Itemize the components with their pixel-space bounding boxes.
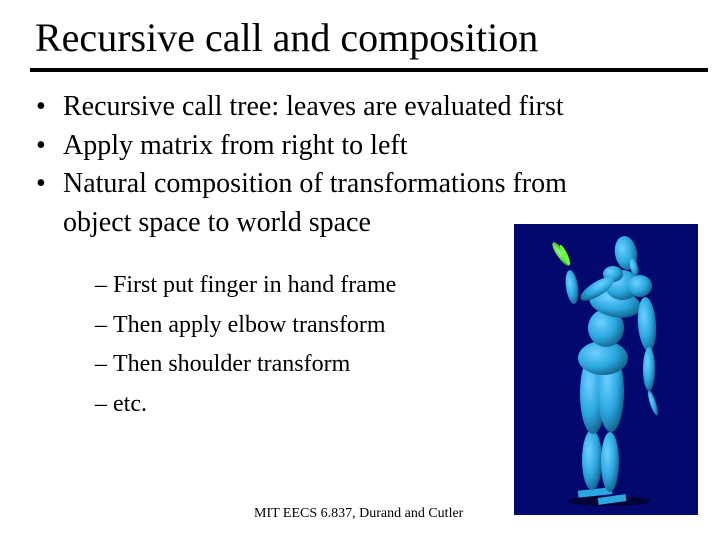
bullet-text: Natural composition of transformations f… (63, 168, 567, 199)
sub-bullet-item: – etc. (95, 385, 396, 425)
sub-bullet-text: First put finger in hand frame (113, 272, 397, 298)
dash-marker: – (95, 351, 107, 377)
bullet-text: Apply matrix from right to left (63, 129, 408, 161)
forearm-right (643, 347, 655, 391)
dash-marker: – (95, 311, 107, 338)
bullet-item: • Apply matrix from right to left (36, 127, 567, 166)
bullet-list: • Recursive call tree: leaves are evalua… (36, 88, 567, 242)
title-underline (30, 68, 708, 72)
slide-footer: MIT EECS 6.837, Durand and Cutler (254, 506, 464, 521)
bullet-continuation: object space to world space (36, 204, 567, 243)
bullet-marker: • (36, 129, 46, 161)
bullet-marker: • (36, 91, 46, 122)
forearm-left (565, 270, 579, 304)
sub-bullet-item: – Then apply elbow transform (95, 306, 396, 346)
lower-leg-right (601, 432, 619, 492)
sub-bullet-text: Then apply elbow transform (113, 311, 386, 338)
dash-marker: – (95, 390, 107, 417)
shoulder-right (628, 275, 652, 297)
figure-illustration (552, 236, 658, 506)
hand-right (648, 390, 658, 416)
sub-bullet-item: – First put finger in hand frame (95, 266, 396, 306)
bullet-marker: • (36, 168, 46, 199)
sub-bullet-text: etc. (113, 390, 147, 417)
lower-leg-left (582, 430, 602, 490)
bullet-item: • Recursive call tree: leaves are evalua… (36, 88, 567, 127)
bullet-item: • Natural composition of transformations… (36, 165, 567, 204)
sub-bullet-text: Then shoulder transform (113, 351, 351, 377)
dash-marker: – (95, 272, 107, 298)
slide-title: Recursive call and composition (35, 15, 539, 60)
bullet-text: Recursive call tree: leaves are evaluate… (63, 91, 564, 122)
sub-bullet-item: – Then shoulder transform (95, 345, 396, 385)
articulated-figure-image (514, 224, 698, 515)
bullet-text: object space to world space (63, 206, 371, 238)
sub-bullet-list: – First put finger in hand frame – Then ap… (95, 266, 396, 424)
